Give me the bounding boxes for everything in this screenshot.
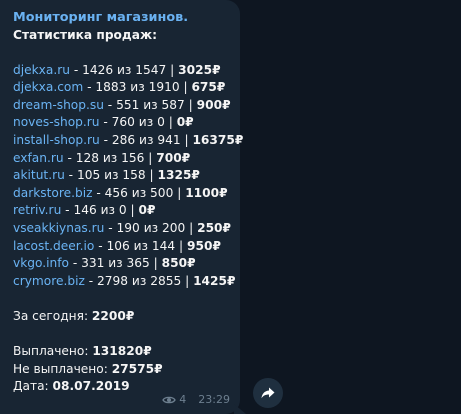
today-value: 2200₽	[91, 309, 135, 323]
stats-row: exfan.ru - 128 из 156 | 700₽	[13, 150, 230, 168]
message-meta: 4 23:29	[162, 394, 230, 406]
sales-amount: 250₽	[197, 221, 232, 236]
sales-amount: 1100₽	[185, 185, 228, 200]
sales-count: - 1426 из 1547 |	[69, 62, 179, 77]
sales-count: - 286 из 941 |	[99, 133, 193, 148]
stats-row: akitut.ru - 105 из 158 | 1325₽	[13, 167, 230, 185]
sales-count: - 551 из 587 |	[103, 97, 197, 112]
stats-row: install-shop.ru - 286 из 941 | 16375₽	[13, 132, 243, 150]
sales-count: - 105 из 158 |	[64, 168, 158, 183]
today-line: За сегодня: 2200₽	[13, 308, 230, 326]
stats-row: retriv.ru - 146 из 0 | 0₽	[13, 202, 230, 220]
shop-link[interactable]: vseakkiynas.ru	[13, 221, 104, 235]
message-time: 23:29	[198, 393, 230, 406]
paid-line: Выплачено: 131820₽	[13, 343, 230, 361]
shop-link[interactable]: darkstore.biz	[13, 186, 93, 200]
stats-row: vseakkiynas.ru - 190 из 200 | 250₽	[13, 220, 232, 238]
sales-amount: 950₽	[187, 238, 221, 253]
shop-link[interactable]: crymore.biz	[13, 274, 85, 288]
shop-link[interactable]: lacost.deer.io	[13, 239, 94, 253]
shop-link[interactable]: exfan.ru	[13, 151, 64, 165]
stats-row: lacost.deer.io - 106 из 144 | 950₽	[13, 238, 230, 256]
stats-row: noves-shop.ru - 760 из 0 | 0₽	[13, 114, 230, 132]
sales-amount: 1325₽	[157, 168, 200, 183]
stats-heading: Статистика продаж:	[13, 27, 157, 42]
share-button[interactable]	[253, 378, 283, 408]
sales-count: - 1883 из 1910 |	[83, 80, 192, 95]
unpaid-label: Не выплачено:	[13, 361, 112, 376]
sales-amount: 3025₽	[178, 62, 221, 77]
message-bubble: Мониторинг магазинов. Статистика продаж:…	[0, 0, 243, 414]
eye-icon	[162, 396, 177, 404]
date-value: 08.07.2019	[52, 379, 130, 394]
sales-count: - 456 из 500 |	[92, 185, 186, 200]
shop-link[interactable]: djekxa.ru	[13, 63, 70, 77]
today-label: За сегодня:	[13, 309, 92, 323]
sales-count: - 106 из 144 |	[94, 238, 188, 253]
sales-count: - 760 из 0 |	[99, 115, 177, 130]
shop-link[interactable]: akitut.ru	[13, 168, 65, 182]
channel-title[interactable]: Мониторинг магазинов.	[13, 9, 230, 27]
stats-row: crymore.biz - 2798 из 2855 | 1425₽	[13, 273, 235, 291]
sales-count: - 331 из 365 |	[68, 256, 162, 271]
sales-amount: 900₽	[196, 97, 231, 112]
stats-row: dream-shop.su - 551 из 587 | 900₽	[13, 97, 231, 115]
stats-row: djekxa.com - 1883 из 1910 | 675₽	[13, 79, 230, 97]
shop-link[interactable]: retriv.ru	[13, 203, 61, 217]
date-label: Дата:	[13, 379, 53, 394]
shop-link[interactable]: noves-shop.ru	[13, 115, 100, 129]
shop-link[interactable]: vkgo.info	[13, 256, 69, 270]
sales-amount: 1425₽	[193, 273, 236, 288]
view-count: 4	[179, 393, 187, 406]
sales-amount: 700₽	[156, 150, 191, 165]
sales-amount: 0₽	[138, 203, 156, 218]
stats-row: djekxa.ru - 1426 из 1547 | 3025₽	[13, 62, 230, 80]
sales-count: - 128 из 156 |	[63, 150, 157, 165]
stats-row: darkstore.biz - 456 из 500 | 1100₽	[13, 185, 230, 203]
paid-value: 131820₽	[92, 344, 152, 359]
shop-link[interactable]: djekxa.com	[13, 80, 83, 94]
sales-amount: 850₽	[161, 256, 196, 271]
shop-link[interactable]: install-shop.ru	[13, 133, 100, 147]
sales-amount: 16375₽	[192, 133, 244, 148]
unpaid-value: 27575₽	[111, 361, 163, 376]
unpaid-line: Не выплачено: 27575₽	[13, 361, 230, 379]
sales-count: - 2798 из 2855 |	[84, 273, 194, 288]
sales-count: - 146 из 0 |	[61, 203, 139, 218]
sales-amount: 0₽	[176, 115, 194, 130]
stats-row: vkgo.info - 331 из 365 | 850₽	[13, 255, 230, 273]
sales-count: - 190 из 200 |	[104, 221, 198, 236]
stats-list: djekxa.ru - 1426 из 1547 | 3025₽ djekxa.c…	[13, 62, 243, 291]
share-arrow-icon	[261, 387, 275, 399]
paid-label: Выплачено:	[13, 344, 93, 359]
shop-link[interactable]: dream-shop.su	[13, 98, 104, 112]
sales-amount: 675₽	[191, 80, 226, 95]
